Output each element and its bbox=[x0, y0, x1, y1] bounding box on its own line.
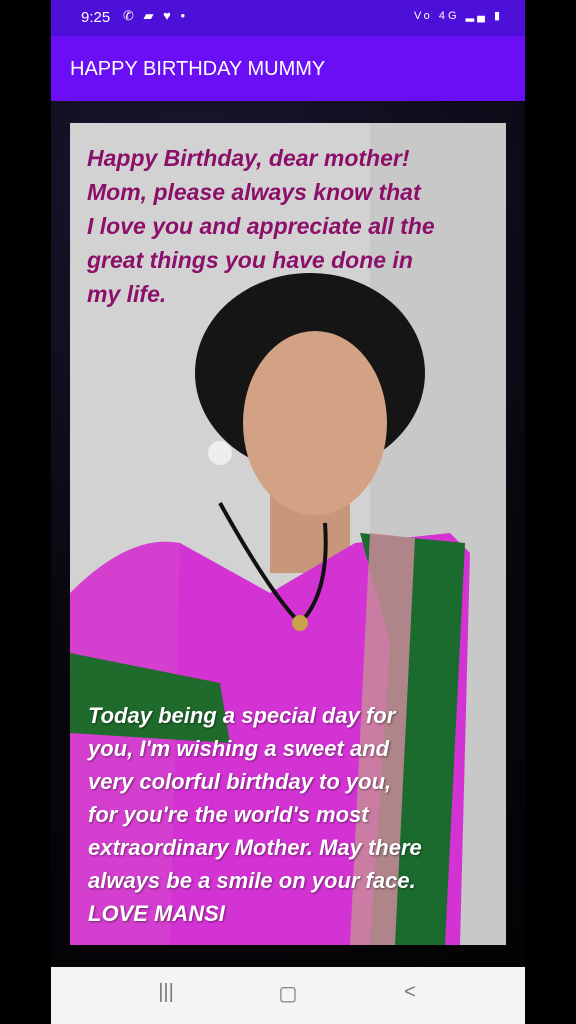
system-icons: Vo 4G ▂▄ ▮ bbox=[414, 9, 503, 22]
message-icon: ▰ bbox=[143, 8, 157, 23]
battery-icon: ▮ bbox=[493, 10, 503, 22]
phone-screen: 9:25 ✆ ▰ ♥ • Vo 4G ▂▄ ▮ HAPPY BIRTHDAY M… bbox=[51, 0, 525, 1024]
dot-icon: • bbox=[180, 8, 189, 23]
birthday-card: Happy Birthday, dear mother! Mom, please… bbox=[70, 123, 506, 945]
status-time: 9:25 bbox=[81, 9, 111, 26]
app-title: HAPPY BIRTHDAY MUMMY bbox=[70, 58, 326, 80]
navigation-bar: ||| ▢ < bbox=[51, 967, 525, 1024]
bottom-wish-message: Today being a special day for you, I'm w… bbox=[88, 703, 422, 926]
heart-icon: ♥ bbox=[163, 8, 174, 23]
signal-icon: ▂▄ bbox=[465, 10, 488, 22]
home-icon[interactable]: ▢ bbox=[268, 981, 308, 1011]
back-icon[interactable]: < bbox=[390, 981, 430, 1011]
volte-icon: Vo bbox=[413, 10, 433, 22]
content-area: Happy Birthday, dear mother! Mom, please… bbox=[51, 101, 525, 967]
messenger-icon: ✆ bbox=[123, 8, 137, 23]
notification-icons: ✆ ▰ ♥ • bbox=[123, 8, 188, 24]
top-wish-message: Happy Birthday, dear mother! Mom, please… bbox=[87, 145, 435, 307]
status-bar: 9:25 ✆ ▰ ♥ • Vo 4G ▂▄ ▮ bbox=[51, 0, 525, 36]
recents-icon[interactable]: ||| bbox=[146, 981, 186, 1011]
4g-icon: 4G bbox=[438, 10, 460, 22]
app-bar: HAPPY BIRTHDAY MUMMY bbox=[51, 36, 525, 101]
